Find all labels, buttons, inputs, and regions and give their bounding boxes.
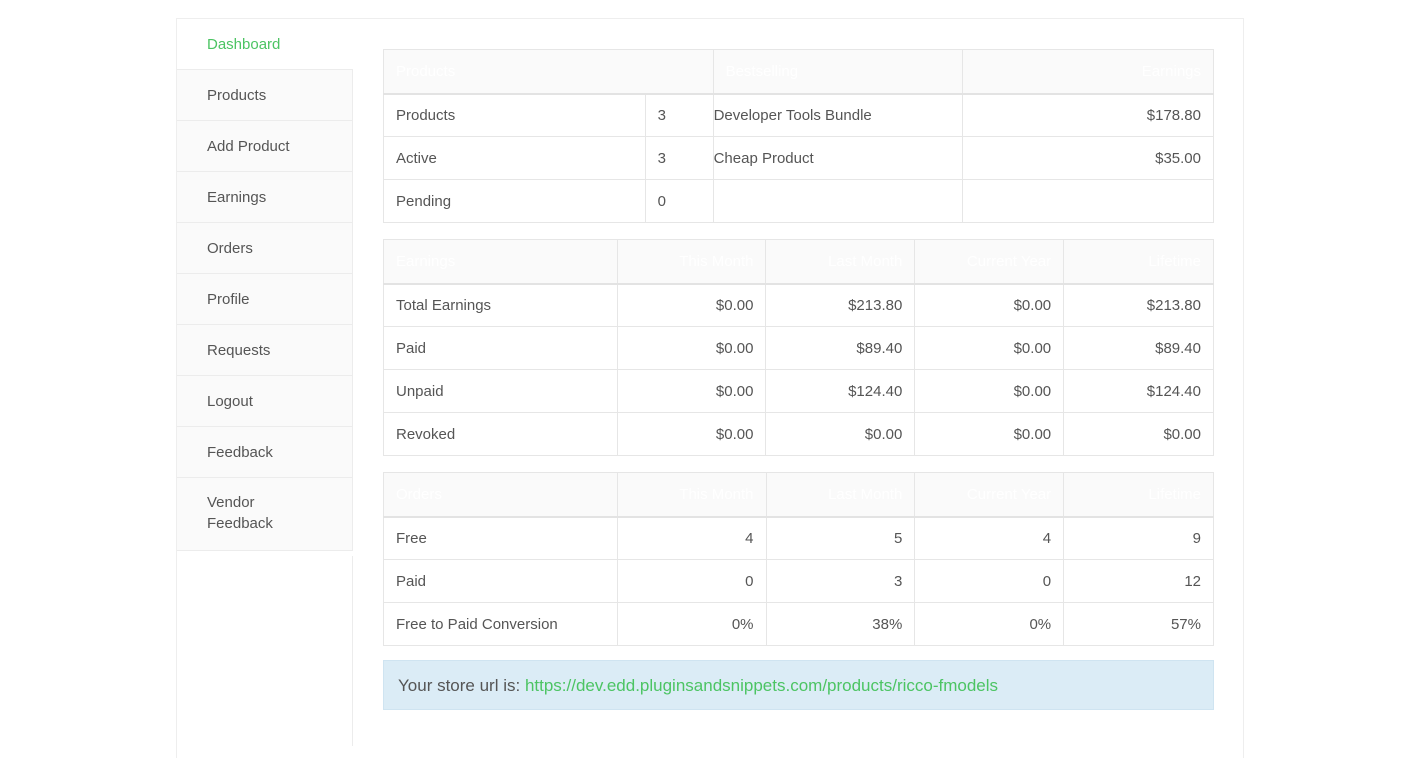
this-month-value: 0 bbox=[616, 559, 767, 603]
this-month-value: $0.00 bbox=[616, 326, 767, 370]
lifetime-value: 57% bbox=[1063, 602, 1214, 646]
row-label: Paid bbox=[383, 326, 618, 370]
this-month-header: This Month bbox=[616, 239, 767, 285]
sidebar-item-requests[interactable]: Requests bbox=[177, 325, 353, 376]
table-row: Free to Paid Conversion 0% 38% 0% 57% bbox=[383, 602, 1214, 646]
store-url-prefix: Your store url is: bbox=[398, 676, 525, 695]
last-month-value: $213.80 bbox=[765, 283, 916, 327]
row-label: Unpaid bbox=[383, 369, 618, 413]
lifetime-value: 12 bbox=[1063, 559, 1214, 603]
products-header: Products bbox=[383, 49, 714, 95]
orders-table: Orders This Month Last Month Current Yea… bbox=[383, 472, 1214, 646]
row-label: Paid bbox=[383, 559, 618, 603]
sidebar-item-vendor-feedback[interactable]: Vendor Feedback bbox=[177, 478, 353, 551]
lifetime-value: $124.40 bbox=[1063, 369, 1214, 413]
product-earnings: $178.80 bbox=[962, 93, 1214, 137]
last-month-header: Last Month bbox=[765, 239, 916, 285]
vendor-sidebar: Dashboard Products Add Product Earnings … bbox=[177, 19, 353, 551]
row-label: Revoked bbox=[383, 412, 618, 456]
row-count: 3 bbox=[644, 93, 714, 137]
row-count: 0 bbox=[644, 179, 714, 223]
earnings-header: Earnings bbox=[962, 49, 1214, 95]
earnings-table: Earnings This Month Last Month Current Y… bbox=[383, 239, 1214, 456]
this-month-value: $0.00 bbox=[616, 412, 767, 456]
lifetime-value: $89.40 bbox=[1063, 326, 1214, 370]
this-month-value: 0% bbox=[616, 602, 767, 646]
row-label: Pending bbox=[383, 179, 646, 223]
earnings-col-header: Earnings bbox=[383, 239, 618, 285]
store-url-link[interactable]: https://dev.edd.pluginsandsnippets.com/p… bbox=[525, 676, 998, 695]
lifetime-value: $0.00 bbox=[1063, 412, 1214, 456]
row-label: Products bbox=[383, 93, 646, 137]
this-month-value: $0.00 bbox=[616, 283, 767, 327]
table-row: Products 3 Developer Tools Bundle $178.8… bbox=[383, 93, 1214, 137]
last-month-value: 38% bbox=[765, 602, 916, 646]
product-earnings bbox=[962, 179, 1214, 223]
lifetime-value: $213.80 bbox=[1063, 283, 1214, 327]
row-label: Free to Paid Conversion bbox=[383, 602, 618, 646]
store-url-notice: Your store url is: https://dev.edd.plugi… bbox=[383, 660, 1214, 710]
content-divider bbox=[352, 556, 353, 746]
current-year-value: 0% bbox=[914, 602, 1065, 646]
lifetime-value: 9 bbox=[1063, 516, 1214, 560]
bestselling-product: Cheap Product bbox=[712, 136, 964, 180]
this-month-value: 4 bbox=[616, 516, 767, 560]
last-month-value: $124.40 bbox=[765, 369, 916, 413]
current-year-value: 0 bbox=[914, 559, 1065, 603]
current-year-value: $0.00 bbox=[914, 412, 1065, 456]
this-month-value: $0.00 bbox=[616, 369, 767, 413]
current-year-value: $0.00 bbox=[914, 326, 1065, 370]
last-month-value: 3 bbox=[765, 559, 916, 603]
table-row: Revoked $0.00 $0.00 $0.00 $0.00 bbox=[383, 412, 1214, 456]
sidebar-item-logout[interactable]: Logout bbox=[177, 376, 353, 427]
sidebar-item-dashboard[interactable]: Dashboard bbox=[177, 19, 353, 70]
lifetime-header: Lifetime bbox=[1063, 472, 1214, 518]
lifetime-header: Lifetime bbox=[1063, 239, 1214, 285]
sidebar-item-profile[interactable]: Profile bbox=[177, 274, 353, 325]
table-row: Free 4 5 4 9 bbox=[383, 516, 1214, 560]
sidebar-item-orders[interactable]: Orders bbox=[177, 223, 353, 274]
table-row: Paid $0.00 $89.40 $0.00 $89.40 bbox=[383, 326, 1214, 370]
last-month-value: $89.40 bbox=[765, 326, 916, 370]
bestselling-product bbox=[712, 179, 964, 223]
current-year-value: 4 bbox=[914, 516, 1065, 560]
row-label: Total Earnings bbox=[383, 283, 618, 327]
row-count: 3 bbox=[644, 136, 714, 180]
table-row: Paid 0 3 0 12 bbox=[383, 559, 1214, 603]
row-label: Free bbox=[383, 516, 618, 560]
current-year-header: Current Year bbox=[914, 239, 1065, 285]
current-year-value: $0.00 bbox=[914, 369, 1065, 413]
dashboard-content: Products Bestselling Earnings Products 3… bbox=[383, 49, 1214, 710]
sidebar-item-earnings[interactable]: Earnings bbox=[177, 172, 353, 223]
sidebar-item-add-product[interactable]: Add Product bbox=[177, 121, 353, 172]
table-row: Unpaid $0.00 $124.40 $0.00 $124.40 bbox=[383, 369, 1214, 413]
bestselling-product: Developer Tools Bundle bbox=[712, 93, 964, 137]
product-earnings: $35.00 bbox=[962, 136, 1214, 180]
current-year-value: $0.00 bbox=[914, 283, 1065, 327]
row-label: Active bbox=[383, 136, 646, 180]
table-row: Active 3 Cheap Product $35.00 bbox=[383, 136, 1214, 180]
products-summary-table: Products Bestselling Earnings Products 3… bbox=[383, 49, 1214, 223]
last-month-header: Last Month bbox=[765, 472, 916, 518]
last-month-value: $0.00 bbox=[765, 412, 916, 456]
bestselling-header: Bestselling bbox=[712, 49, 964, 95]
sidebar-item-feedback[interactable]: Feedback bbox=[177, 427, 353, 478]
orders-col-header: Orders bbox=[383, 472, 618, 518]
current-year-header: Current Year bbox=[914, 472, 1065, 518]
sidebar-item-products[interactable]: Products bbox=[177, 70, 353, 121]
this-month-header: This Month bbox=[616, 472, 767, 518]
table-row: Pending 0 bbox=[383, 179, 1214, 223]
table-row: Total Earnings $0.00 $213.80 $0.00 $213.… bbox=[383, 283, 1214, 327]
last-month-value: 5 bbox=[765, 516, 916, 560]
